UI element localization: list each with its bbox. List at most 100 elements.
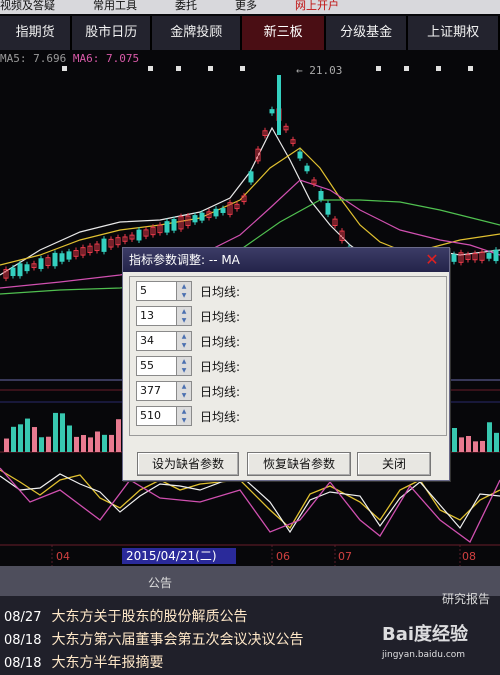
date-axis: 04 2015/04/21(二) 06 07 08 (0, 548, 500, 566)
param-spinner[interactable]: ▲ ▼ (177, 331, 192, 351)
dialog-titlebar[interactable]: 指标参数调整: -- MA ✕ (123, 248, 449, 272)
tab-stock-calendar[interactable]: 股市日历 (72, 16, 153, 50)
spin-down-icon[interactable]: ▼ (177, 291, 191, 300)
close-button[interactable]: 关闭 (357, 452, 431, 476)
param-input[interactable]: 13 (136, 306, 177, 326)
event-marker (208, 66, 213, 71)
menu-item-open-account[interactable]: 网上开户 (295, 0, 339, 14)
param-spinner[interactable]: ▲ ▼ (177, 406, 192, 426)
candle (101, 238, 107, 252)
volume-bar (11, 426, 16, 452)
volume-bar (109, 434, 114, 452)
restore-default-button[interactable]: 恢复缺省参数 (247, 452, 351, 476)
announcement-item[interactable]: 08/18 大东方半年报摘要 (4, 652, 163, 672)
announcement-date: 08/18 (4, 633, 42, 648)
event-marker (62, 66, 67, 71)
tab-graded-fund[interactable]: 分级基金 (326, 16, 409, 50)
candle (199, 212, 205, 221)
candle (10, 267, 16, 277)
param-spinner[interactable]: ▲ ▼ (177, 281, 192, 301)
tab-new-third-board[interactable]: 新三板 (242, 16, 327, 50)
volume-bar (473, 441, 478, 452)
spin-up-icon[interactable]: ▲ (177, 307, 191, 316)
spin-up-icon[interactable]: ▲ (177, 357, 191, 366)
spin-up-icon[interactable]: ▲ (177, 382, 191, 391)
menu-item-tools[interactable]: 常用工具 (93, 0, 137, 14)
announcement-item[interactable]: 08/27 大东方关于股东的股份解质公告 (4, 606, 247, 626)
top-menu-bar: 视频及答疑 常用工具 委托 更多 网上开户 (0, 0, 500, 14)
date-tick: 07 (338, 550, 352, 563)
event-marker (468, 66, 473, 71)
candle (66, 251, 72, 260)
candle (59, 253, 65, 262)
volume-bar (67, 425, 72, 452)
tab-research-report[interactable]: 研究报告 (442, 590, 490, 607)
param-input[interactable]: 510 (136, 406, 177, 426)
menu-item-more[interactable]: 更多 (235, 0, 257, 14)
volume-bar (116, 419, 121, 452)
candle (52, 252, 58, 267)
spin-down-icon[interactable]: ▼ (177, 316, 191, 325)
spin-down-icon[interactable]: ▼ (177, 366, 191, 375)
event-marker (148, 66, 153, 71)
param-spinner[interactable]: ▲ ▼ (177, 306, 192, 326)
set-default-button[interactable]: 设为缺省参数 (137, 452, 239, 476)
volume-bar (4, 438, 9, 452)
volume-bar (74, 436, 79, 452)
candle (192, 215, 198, 223)
volume-bar (102, 434, 107, 452)
ma5-value: MA5: 7.696 (0, 52, 67, 65)
param-row: 5 ▲ ▼ 日均线: (136, 280, 240, 302)
close-icon[interactable]: ✕ (423, 251, 441, 269)
candle (304, 165, 310, 172)
param-input[interactable]: 55 (136, 356, 177, 376)
candle (248, 171, 254, 183)
ma-readout: MA5: 7.696 MA6: 7.075 (0, 52, 139, 65)
candle (493, 249, 499, 262)
param-spinner[interactable]: ▲ ▼ (177, 356, 192, 376)
candle (38, 258, 44, 269)
candle (297, 151, 303, 159)
param-input[interactable]: 34 (136, 331, 177, 351)
param-spinner[interactable]: ▲ ▼ (177, 381, 192, 401)
menu-item-trade[interactable]: 委托 (175, 0, 197, 14)
param-input[interactable]: 377 (136, 381, 177, 401)
dialog-title: 指标参数调整: -- MA (129, 253, 240, 267)
spin-up-icon[interactable]: ▲ (177, 332, 191, 341)
candle (164, 221, 170, 233)
param-row: 510 ▲ ▼ 日均线: (136, 405, 240, 427)
tab-futures[interactable]: 指期货 (0, 16, 73, 50)
spin-up-icon[interactable]: ▲ (177, 282, 191, 291)
candle (486, 252, 492, 259)
indicator-params-dialog: 指标参数调整: -- MA ✕ 5 ▲ ▼ 日均线: 13 ▲ ▼ 日均线: 34 … (122, 247, 450, 481)
volume-bar (466, 435, 471, 452)
spin-down-icon[interactable]: ▼ (177, 341, 191, 350)
candle (171, 219, 177, 231)
candle (451, 254, 457, 262)
param-label: 日均线: (200, 334, 241, 349)
baidu-watermark: Bai度经验 jingyan.baidu.com (382, 620, 494, 668)
volume-bar (46, 436, 51, 452)
volume-bar (18, 424, 23, 452)
param-label: 日均线: (200, 309, 241, 324)
tab-announcements[interactable]: 公告 (148, 574, 172, 591)
tab-advisor[interactable]: 金牌投顾 (152, 16, 243, 50)
menu-item-video[interactable]: 视频及答疑 (0, 0, 55, 14)
param-input[interactable]: 5 (136, 281, 177, 301)
param-label: 日均线: (200, 284, 241, 299)
volume-bar (494, 432, 499, 452)
volume-bar (81, 435, 86, 452)
tab-sse-options[interactable]: 上证期权 (408, 16, 500, 50)
volume-bar (32, 427, 37, 452)
baidu-logo: Bai度经验 (382, 624, 469, 645)
volume-bar (88, 437, 93, 452)
volume-bar (53, 412, 58, 452)
spin-down-icon[interactable]: ▼ (177, 391, 191, 400)
announcement-item[interactable]: 08/18 大东方第六届董事会第五次会议决议公告 (4, 629, 303, 649)
volume-bar (459, 437, 464, 452)
spin-up-icon[interactable]: ▲ (177, 407, 191, 416)
candle (24, 264, 30, 272)
spin-down-icon[interactable]: ▼ (177, 416, 191, 425)
event-marker (240, 66, 245, 71)
volume-bar (487, 422, 492, 452)
